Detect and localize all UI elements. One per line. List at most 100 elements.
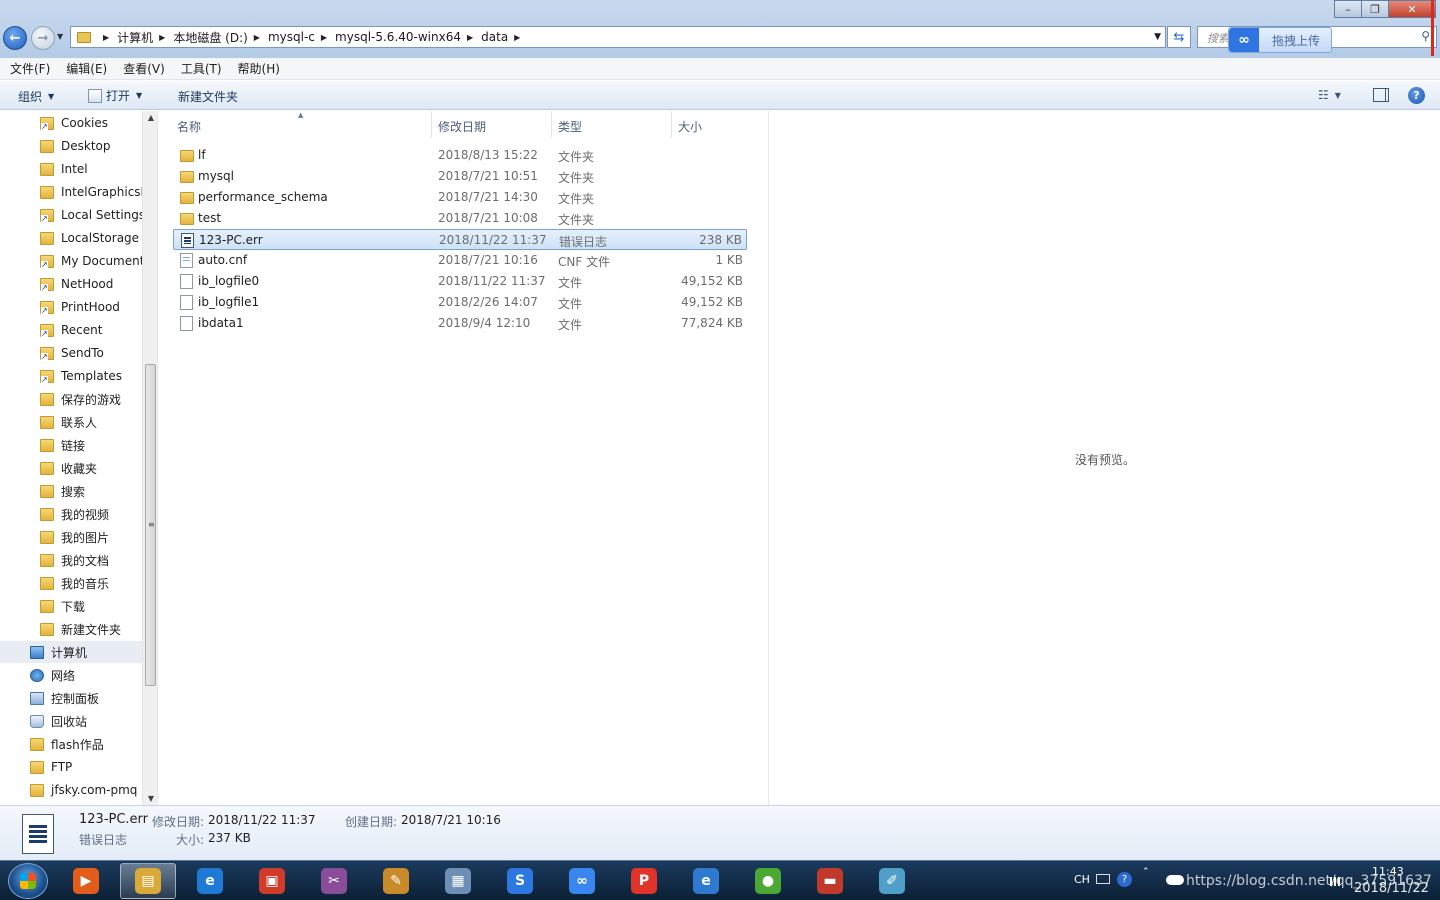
help-icon[interactable]: ? [1117,872,1132,887]
start-button[interactable] [8,863,48,899]
column-name[interactable]: 名称 [177,118,201,135]
keyboard-icon[interactable] [1096,874,1110,884]
nav-item[interactable]: FTP [0,756,142,778]
nav-item[interactable]: 计算机 [0,641,142,663]
file-row[interactable]: mysql 2018/7/21 10:51 文件夹 [173,166,747,187]
forward-button[interactable]: → [31,26,55,50]
file-row[interactable]: ib_logfile1 2018/2/26 14:07 文件 49,152 KB [173,292,747,313]
column-type[interactable]: 类型 [558,118,582,135]
file-row[interactable]: ibdata1 2018/9/4 12:10 文件 77,824 KB [173,313,747,334]
breadcrumb-drive-d[interactable]: 本地磁盘 (D:) [173,29,247,46]
taskbar-app[interactable]: S [492,863,548,899]
scroll-thumb[interactable]: ≡ [145,364,156,686]
nav-item[interactable]: Local Settings [0,204,142,226]
nav-item[interactable]: 保存的游戏 [0,388,142,410]
column-size[interactable]: 大小 [678,118,702,135]
chevron-down-icon[interactable]: ▼ [136,91,142,100]
breadcrumb-mysql-c[interactable]: mysql-c [268,30,315,44]
nav-item[interactable]: My Documents [0,250,142,272]
preview-pane-button[interactable] [1373,88,1389,102]
file-row[interactable]: ib_logfile0 2018/11/22 11:37 文件 49,152 KB [173,271,747,292]
chevron-right-icon[interactable]: ▶ [254,33,260,42]
chevron-right-icon[interactable]: ▶ [103,33,109,42]
taskbar-app[interactable]: ✂ [306,863,362,899]
nav-item[interactable]: 我的图片 [0,526,142,548]
nav-item[interactable]: 我的音乐 [0,572,142,594]
menu-help[interactable]: 帮助(H) [238,60,280,77]
menu-file[interactable]: 文件(F) [10,60,50,77]
cloud-icon[interactable] [1166,875,1184,885]
column-divider[interactable] [551,111,552,138]
nav-item[interactable]: LocalStorage [0,227,142,249]
nav-item[interactable]: 我的视频 [0,503,142,525]
address-dropdown-icon[interactable]: ▼ [1154,32,1161,42]
recent-pages-dropdown[interactable]: ▼ [57,32,63,41]
scroll-down-icon[interactable]: ▼ [143,794,157,803]
file-row[interactable]: lf 2018/8/13 15:22 文件夹 [173,145,747,166]
chevron-down-icon[interactable]: ▼ [1335,91,1341,100]
network-signal-icon[interactable] [1330,877,1342,886]
nav-item[interactable]: 联系人 [0,411,142,433]
nav-item[interactable]: NetHood [0,273,142,295]
scroll-up-icon[interactable]: ▲ [143,113,157,122]
new-folder-button[interactable]: 新建文件夹 [178,88,238,105]
nav-item[interactable]: SendTo [0,342,142,364]
nav-item[interactable]: 回收站 [0,710,142,732]
column-divider[interactable] [431,111,432,138]
taskbar-app[interactable]: e [182,863,238,899]
chevron-right-icon[interactable]: ▶ [467,33,473,42]
search-icon[interactable]: ⚲ [1421,29,1430,43]
nav-item[interactable]: 网络 [0,664,142,686]
breadcrumb-mysql-version[interactable]: mysql-5.6.40-winx64 [335,30,461,44]
refresh-button[interactable]: ⇆ [1167,26,1191,48]
nav-item[interactable]: jfsky.com-pmq [0,779,142,801]
nav-scrollbar[interactable]: ▲ ≡ ▼ [142,111,157,805]
chevron-right-icon[interactable]: ▶ [321,33,327,42]
change-view-button[interactable]: ☷ ▼ [1318,88,1341,102]
nav-item[interactable]: 我的文档 [0,549,142,571]
taskbar-app[interactable]: ▤ [120,863,176,899]
nav-item[interactable]: Cookies [0,112,142,134]
nav-item[interactable]: flash作品 [0,733,142,755]
column-divider[interactable] [671,111,672,138]
nav-item[interactable]: PrintHood [0,296,142,318]
language-indicator[interactable]: CH [1074,873,1090,886]
file-row[interactable]: test 2018/7/21 10:08 文件夹 [173,208,747,229]
taskbar-app[interactable]: ▦ [430,863,486,899]
column-date[interactable]: 修改日期 [438,118,486,135]
chevron-right-icon[interactable]: ▶ [514,33,520,42]
nav-item[interactable]: Intel [0,158,142,180]
breadcrumb-computer[interactable]: 计算机 [117,29,153,46]
taskbar-app[interactable]: ▣ [244,863,300,899]
clock-date[interactable]: 2018/11/22 [1354,881,1429,896]
file-row[interactable]: auto.cnf 2018/7/21 10:16 CNF 文件 1 KB [173,250,747,271]
address-bar[interactable]: ▶ 计算机 ▶ 本地磁盘 (D:) ▶ mysql-c ▶ mysql-5.6.… [70,26,1166,48]
nav-item[interactable]: Desktop [0,135,142,157]
taskbar-app[interactable]: ∞ [554,863,610,899]
minimize-button[interactable]: – [1334,0,1362,18]
chevron-right-icon[interactable]: ▶ [159,33,165,42]
taskbar-app[interactable]: ▬ [802,863,858,899]
nav-item[interactable]: 收藏夹 [0,457,142,479]
nav-item[interactable]: 控制面板 [0,687,142,709]
taskbar-app[interactable]: ▶ [58,863,114,899]
nav-item[interactable]: IntelGraphicsP [0,181,142,203]
help-icon[interactable]: ? [1408,87,1425,104]
taskbar-app[interactable]: e [678,863,734,899]
menu-tools[interactable]: 工具(T) [181,60,222,77]
clock-time[interactable]: 11:43 [1372,865,1404,878]
tray-expand-icon[interactable]: ⌃ [1142,867,1150,877]
breadcrumb-data[interactable]: data [481,30,508,44]
nav-item[interactable]: 新建文件夹 [0,618,142,640]
back-button[interactable]: ← [3,26,27,50]
organize-button[interactable]: 组织 ▼ [18,88,54,105]
nav-item[interactable]: Templates [0,365,142,387]
taskbar-app[interactable]: P [616,863,672,899]
open-button[interactable]: 打开 ▼ [88,87,142,104]
file-row[interactable]: 123-PC.err 2018/11/22 11:37 错误日志 238 KB [173,229,747,250]
menu-edit[interactable]: 编辑(E) [66,60,107,77]
nav-item[interactable]: 搜索 [0,480,142,502]
baidu-upload-button[interactable]: ∞ 拖拽上传 [1228,27,1332,53]
close-button[interactable]: ✕ [1388,0,1436,18]
nav-item[interactable]: 链接 [0,434,142,456]
